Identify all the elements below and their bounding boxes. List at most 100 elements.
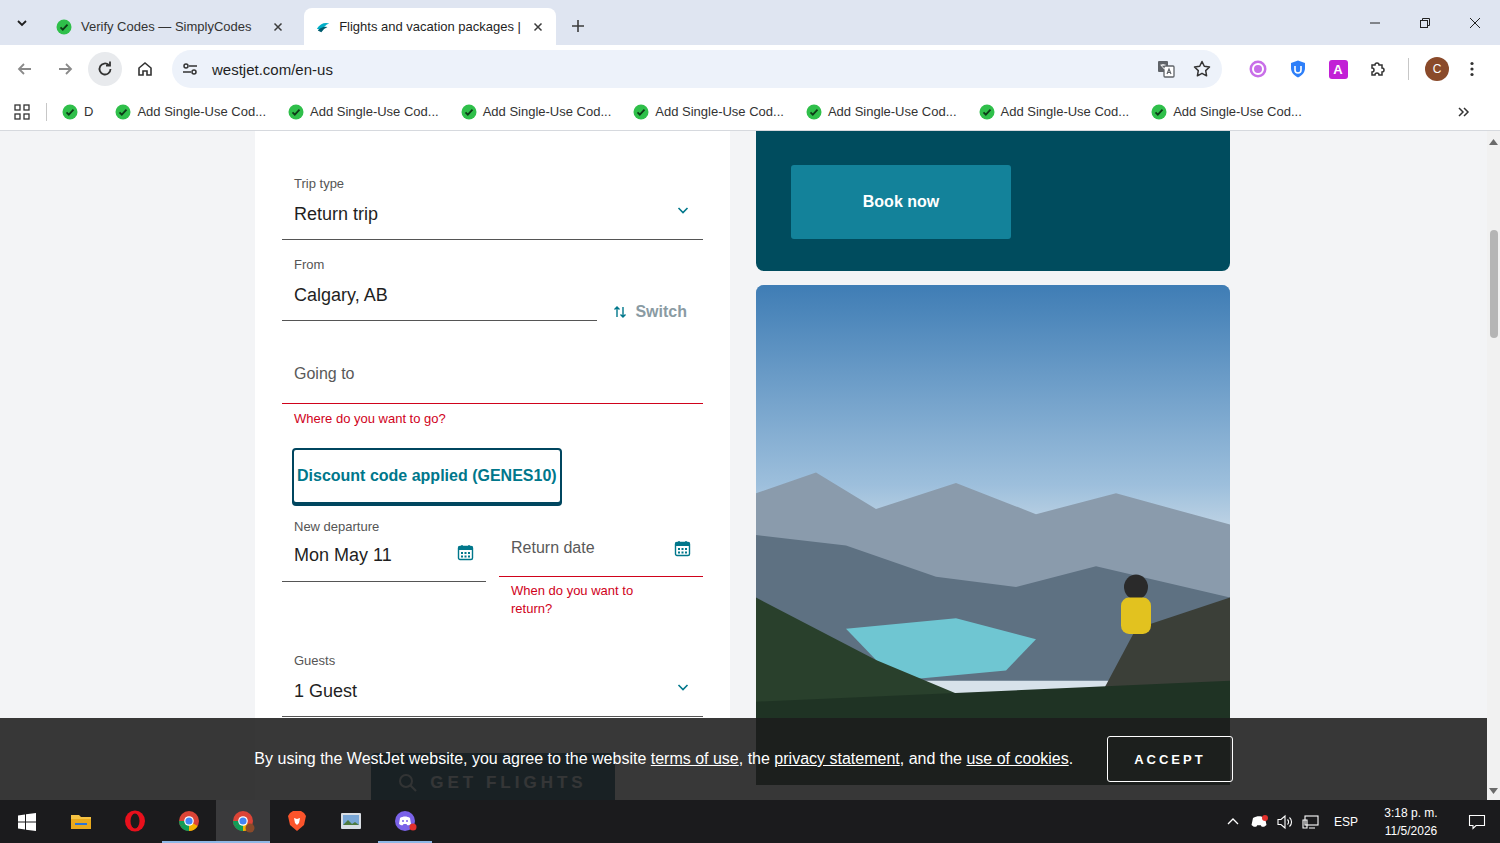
- site-info-icon[interactable]: [180, 59, 200, 79]
- volume-button[interactable]: [1272, 800, 1298, 843]
- cookie-link[interactable]: privacy statement: [774, 750, 899, 767]
- scrollbar[interactable]: [1487, 131, 1500, 800]
- more-bookmarks-button[interactable]: [1452, 100, 1476, 124]
- bookmark-label: Add Single-Use Cod...: [483, 104, 612, 119]
- extension-button[interactable]: [1278, 52, 1318, 86]
- tray-app-button[interactable]: [1246, 800, 1272, 843]
- brave-icon: [285, 809, 309, 833]
- back-button[interactable]: [8, 52, 42, 86]
- back-arrow-icon: [16, 60, 34, 78]
- address-bar-actions: [1156, 59, 1216, 79]
- bookmark-star-icon[interactable]: [1192, 59, 1212, 79]
- bookmark[interactable]: Add Single-Use Cod...: [281, 100, 446, 124]
- bookmark[interactable]: Add Single-Use Cod...: [108, 100, 273, 124]
- restore-button[interactable]: [1400, 0, 1450, 45]
- screen: Verify Codes — SimplyCodes Flights and v…: [0, 0, 1500, 843]
- browser-tab[interactable]: Verify Codes — SimplyCodes: [44, 8, 296, 45]
- bookmark[interactable]: Add Single-Use Cod...: [454, 100, 619, 124]
- system-tray: ESP 3:18 p. m. 11/5/2026: [1220, 800, 1500, 843]
- show-hidden-icons-button[interactable]: [1220, 800, 1246, 843]
- apps-button[interactable]: [8, 98, 36, 126]
- close-icon[interactable]: [530, 19, 546, 35]
- book-now-button[interactable]: Book now: [791, 165, 1011, 239]
- bookmark-label: D: [84, 104, 93, 119]
- url-text[interactable]: westjet.com/en-us: [212, 61, 333, 78]
- cookie-link[interactable]: use of cookies: [966, 750, 1068, 767]
- taskbar-app[interactable]: [108, 800, 162, 843]
- calendar-icon[interactable]: [457, 544, 474, 561]
- discord-icon: [393, 809, 417, 833]
- notifications-button[interactable]: [1454, 800, 1500, 843]
- reload-button[interactable]: [88, 52, 122, 86]
- tab-search-button[interactable]: [8, 9, 36, 37]
- address-bar[interactable]: westjet.com/en-us: [172, 50, 1222, 88]
- close-icon[interactable]: [270, 19, 286, 35]
- extension-button[interactable]: [1238, 52, 1278, 86]
- bookmark[interactable]: Add Single-Use Cod...: [972, 100, 1137, 124]
- field-label: Trip type: [294, 175, 691, 193]
- clock[interactable]: 3:18 p. m. 11/5/2026: [1368, 804, 1454, 840]
- taskbar-app[interactable]: [162, 800, 216, 843]
- taskbar-app[interactable]: [378, 800, 432, 843]
- guests-field[interactable]: Guests 1 Guest: [282, 648, 703, 717]
- field-placeholder: Return date: [511, 537, 595, 559]
- shield-icon: [1288, 59, 1308, 79]
- browser-tab[interactable]: Flights and vacation packages |: [304, 8, 556, 45]
- bookmark[interactable]: Add Single-Use Cod...: [626, 100, 791, 124]
- scroll-up-icon[interactable]: [1489, 139, 1498, 145]
- cookie-text-segment: .: [1069, 750, 1073, 767]
- bookmark[interactable]: D: [55, 100, 100, 124]
- taskbar-app[interactable]: [54, 800, 108, 843]
- trip-type-field[interactable]: Trip type Return trip: [282, 171, 703, 240]
- input-language[interactable]: ESP: [1324, 815, 1368, 829]
- scroll-down-icon[interactable]: [1489, 788, 1498, 794]
- cookie-text: By using the WestJet website, you agree …: [254, 750, 1073, 768]
- bookmark[interactable]: Add Single-Use Cod...: [1144, 100, 1309, 124]
- field-label: New departure: [294, 518, 474, 536]
- discount-code-button[interactable]: Discount code applied (GENES10): [292, 448, 562, 504]
- profile-button[interactable]: C: [1419, 52, 1455, 86]
- start-button[interactable]: [0, 800, 54, 843]
- bookmark-label: Add Single-Use Cod...: [310, 104, 439, 119]
- scrollbar-thumb[interactable]: [1490, 230, 1498, 338]
- departure-date-field[interactable]: New departure Mon May 11: [282, 514, 486, 582]
- from-field[interactable]: From Calgary, AB: [282, 252, 597, 321]
- cookie-text-segment: , and the: [900, 750, 967, 767]
- bookmark[interactable]: Add Single-Use Cod...: [799, 100, 964, 124]
- extension-button[interactable]: A: [1318, 52, 1358, 86]
- browser-menu-button[interactable]: [1455, 52, 1489, 86]
- chrome-icon: [177, 809, 201, 833]
- taskbar-app[interactable]: [216, 800, 270, 843]
- field-row: Return date: [511, 537, 691, 559]
- simplycodes-favicon-icon: [979, 104, 995, 120]
- scrollbar-track: [1487, 149, 1500, 784]
- return-column: Return date When do you want to return?: [499, 514, 703, 618]
- minimize-button[interactable]: [1350, 0, 1400, 45]
- new-tab-button[interactable]: [564, 12, 592, 40]
- accept-button[interactable]: ACCEPT: [1107, 736, 1232, 782]
- cookie-text-segment: , the: [739, 750, 775, 767]
- taskbar-app[interactable]: [270, 800, 324, 843]
- switch-button[interactable]: Switch: [611, 303, 703, 321]
- field-value: Calgary, AB: [294, 282, 585, 308]
- going-to-field[interactable]: Going to: [282, 331, 703, 404]
- cookie-banner: By using the WestJet website, you agree …: [0, 718, 1487, 800]
- close-window-button[interactable]: [1450, 0, 1500, 45]
- taskbar-app[interactable]: [324, 800, 378, 843]
- return-date-field[interactable]: Return date: [499, 514, 703, 577]
- cookie-link[interactable]: terms of use: [651, 750, 739, 767]
- page-body: Trip type Return trip From Calgary, AB S…: [0, 131, 1487, 800]
- network-button[interactable]: [1298, 800, 1324, 843]
- bookmark-label: Add Single-Use Cod...: [1173, 104, 1302, 119]
- forward-button[interactable]: [48, 52, 82, 86]
- translate-icon[interactable]: [1156, 59, 1176, 79]
- home-button[interactable]: [128, 52, 162, 86]
- extensions-menu-button[interactable]: [1358, 52, 1398, 86]
- kebab-menu-icon: [1463, 60, 1481, 78]
- chevron-down-icon: [15, 16, 29, 30]
- swap-arrows-icon: [613, 305, 627, 319]
- simplycodes-favicon-icon: [288, 104, 304, 120]
- windows-logo-icon: [18, 813, 36, 831]
- field-row: Return trip: [294, 193, 691, 227]
- calendar-icon[interactable]: [674, 540, 691, 557]
